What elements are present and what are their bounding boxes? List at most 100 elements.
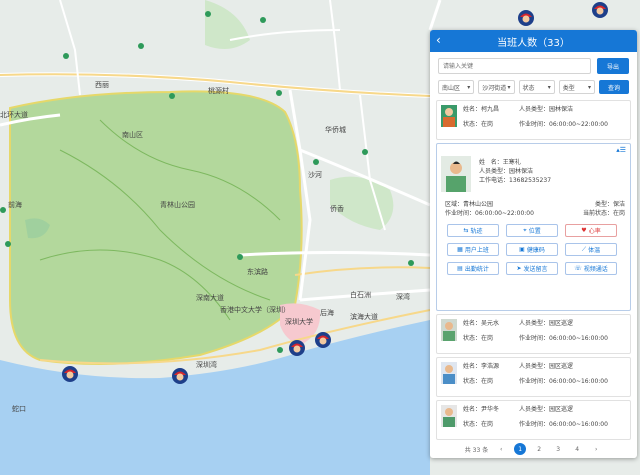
district-select[interactable]: 南山区 ▾: [438, 80, 475, 94]
chevron-down-icon: ▾: [507, 83, 511, 91]
map-label: 滨海大道: [350, 313, 378, 321]
send-message-label: 发送留言: [523, 266, 548, 273]
thermometer-icon: ⟋: [581, 245, 587, 253]
map-label: 深圳大学: [285, 318, 313, 326]
status-label: 状态：: [463, 121, 482, 128]
send-message-button[interactable]: ➤ 发送留言: [506, 262, 558, 275]
worker-status-type: 保洁: [612, 201, 625, 208]
worker-pin-icon[interactable]: [287, 338, 307, 358]
temperature-label: 体温: [588, 247, 601, 254]
query-button[interactable]: 查询: [599, 80, 629, 94]
name-label: 姓名：: [463, 363, 482, 370]
map-label: 侨香: [330, 205, 344, 213]
worker-pin-icon[interactable]: [170, 366, 190, 386]
chevron-down-icon: ▾: [467, 83, 471, 91]
map-label: 桃源村: [208, 87, 229, 95]
worker-name: 李浩源: [481, 363, 500, 370]
area-label: 区域：: [445, 201, 464, 208]
worker-status: 在岗: [481, 378, 494, 385]
route-icon: ⇆: [463, 227, 469, 234]
collapse-icon[interactable]: ▴☰: [616, 146, 626, 154]
worker-pin-icon[interactable]: [313, 330, 333, 350]
worker-status: 在岗: [481, 421, 494, 428]
map-label: 北环大道: [0, 111, 28, 119]
map-label: 华侨城: [325, 126, 346, 134]
map-label: 深圳湾: [196, 361, 217, 369]
search-input[interactable]: [438, 58, 591, 74]
worker-type: 园区巡逻: [549, 406, 574, 413]
name-label-2: 名：: [490, 159, 503, 166]
time-label: 作业时间：: [519, 121, 550, 128]
clock-in-label: 用户上班: [464, 247, 489, 254]
list-item[interactable]: 姓名：柯九昌 人员类型：园林保洁 状态：在岗 作业时间：06:00:00~22:…: [436, 100, 631, 140]
map-label: 深湾: [396, 293, 410, 301]
status-select[interactable]: 状态 ▾: [518, 80, 555, 94]
chevron-down-icon: ▾: [547, 83, 551, 91]
heart-rate-label: 心率: [588, 228, 601, 235]
map-label: 西丽: [95, 81, 109, 89]
street-value: 沙河街道: [482, 84, 507, 92]
chart-icon: ▤: [457, 265, 463, 272]
filter-row: 南山区 ▾ 沙河街道 ▾ 状态 ▾ 类型 ▾ 查询: [430, 78, 637, 96]
time-label: 作业时间：: [519, 335, 550, 342]
status-label: 状态：: [463, 335, 482, 342]
worker-time: 06:00:00~16:00:00: [549, 378, 608, 385]
attendance-stats-label: 出勤统计: [464, 266, 489, 273]
phone-label: 工作电话：: [479, 177, 510, 184]
health-code-button[interactable]: ▣ 健康码: [506, 243, 558, 256]
list-item[interactable]: 姓名：李浩源 人员类型：园区巡逻 状态：在岗 作业时间：06:00:00~16:…: [436, 357, 631, 397]
time-label: 作业时间：: [519, 421, 550, 428]
page-4-button[interactable]: 4: [571, 443, 583, 455]
next-page-icon[interactable]: ›: [590, 443, 602, 455]
type-select[interactable]: 类型 ▾: [558, 80, 595, 94]
worker-name: 吴元水: [481, 320, 500, 327]
export-button[interactable]: 导出: [597, 58, 629, 74]
back-arrow-icon[interactable]: ‹: [436, 33, 441, 47]
chevron-down-icon: ▾: [587, 83, 591, 91]
action-grid: ⇆ 轨迹 ⌖ 位置 ♥ 心率 ▦ 用户上班 ▣ 健康码 ⟋ 体温 ▤ 出勤统计 ➤ 发送留言 ☏…: [441, 224, 626, 275]
list-item[interactable]: 姓名：尹华冬 人员类型：园区巡逻 状态：在岗 作业时间：06:00:00~16:…: [436, 400, 631, 440]
page-2-button[interactable]: 2: [533, 443, 545, 455]
expanded-worker-card: ▴☰ 姓 名：王寒礼 人员类型：园林保洁 工作电话：13682535237 区域…: [436, 143, 631, 311]
street-select[interactable]: 沙河街道 ▾: [478, 80, 515, 94]
health-code-label: 健康码: [526, 247, 545, 254]
avatar: [441, 105, 457, 127]
status-label: 状态：: [463, 421, 482, 428]
clock-in-button[interactable]: ▦ 用户上班: [447, 243, 499, 256]
video-call-button[interactable]: ☏ 视频通话: [565, 262, 617, 275]
heart-rate-button[interactable]: ♥ 心率: [565, 224, 617, 237]
worker-status: 在岗: [481, 335, 494, 342]
avatar: [441, 362, 457, 384]
worker-pin-icon[interactable]: [516, 8, 536, 28]
map-label: 青林山公园: [160, 201, 195, 209]
worker-type: 园林保洁: [549, 106, 574, 113]
avatar: [441, 405, 457, 427]
page-1-button[interactable]: 1: [514, 443, 527, 455]
worker-status: 在岗: [481, 121, 494, 128]
name-label: 姓名：: [463, 320, 482, 327]
worker-duty: 在岗: [612, 210, 625, 217]
map-label: 蛇口: [12, 405, 26, 413]
status-label: 状态：: [463, 378, 482, 385]
track-button[interactable]: ⇆ 轨迹: [447, 224, 499, 237]
track-label: 轨迹: [470, 228, 483, 235]
worker-pin-icon[interactable]: [590, 0, 610, 20]
worker-time: 06:00:00~22:00:00: [475, 210, 534, 217]
worker-name: 柯九昌: [481, 106, 500, 113]
page-3-button[interactable]: 3: [552, 443, 564, 455]
map-label: 后海: [320, 309, 334, 317]
map-label: 白石洲: [350, 291, 371, 299]
worker-photo: [441, 156, 471, 192]
worker-time: 06:00:00~22:00:00: [549, 121, 608, 128]
prev-page-icon[interactable]: ‹: [495, 443, 507, 455]
worker-name: 王寒礼: [502, 159, 521, 166]
type-label: 人员类型：: [519, 406, 550, 413]
name-label: 姓名：: [463, 106, 482, 113]
worker-pin-icon[interactable]: [60, 364, 80, 384]
list-item[interactable]: 姓名：吴元水 人员类型：园区巡逻 状态：在岗 作业时间：06:00:00~16:…: [436, 314, 631, 354]
location-button[interactable]: ⌖ 位置: [506, 224, 558, 237]
attendance-stats-button[interactable]: ▤ 出勤统计: [447, 262, 499, 275]
pagination: 共 33 条 ‹ 1 2 3 4 ›: [430, 440, 637, 458]
type-value: 类型: [562, 84, 575, 92]
temperature-button[interactable]: ⟋ 体温: [565, 243, 617, 256]
